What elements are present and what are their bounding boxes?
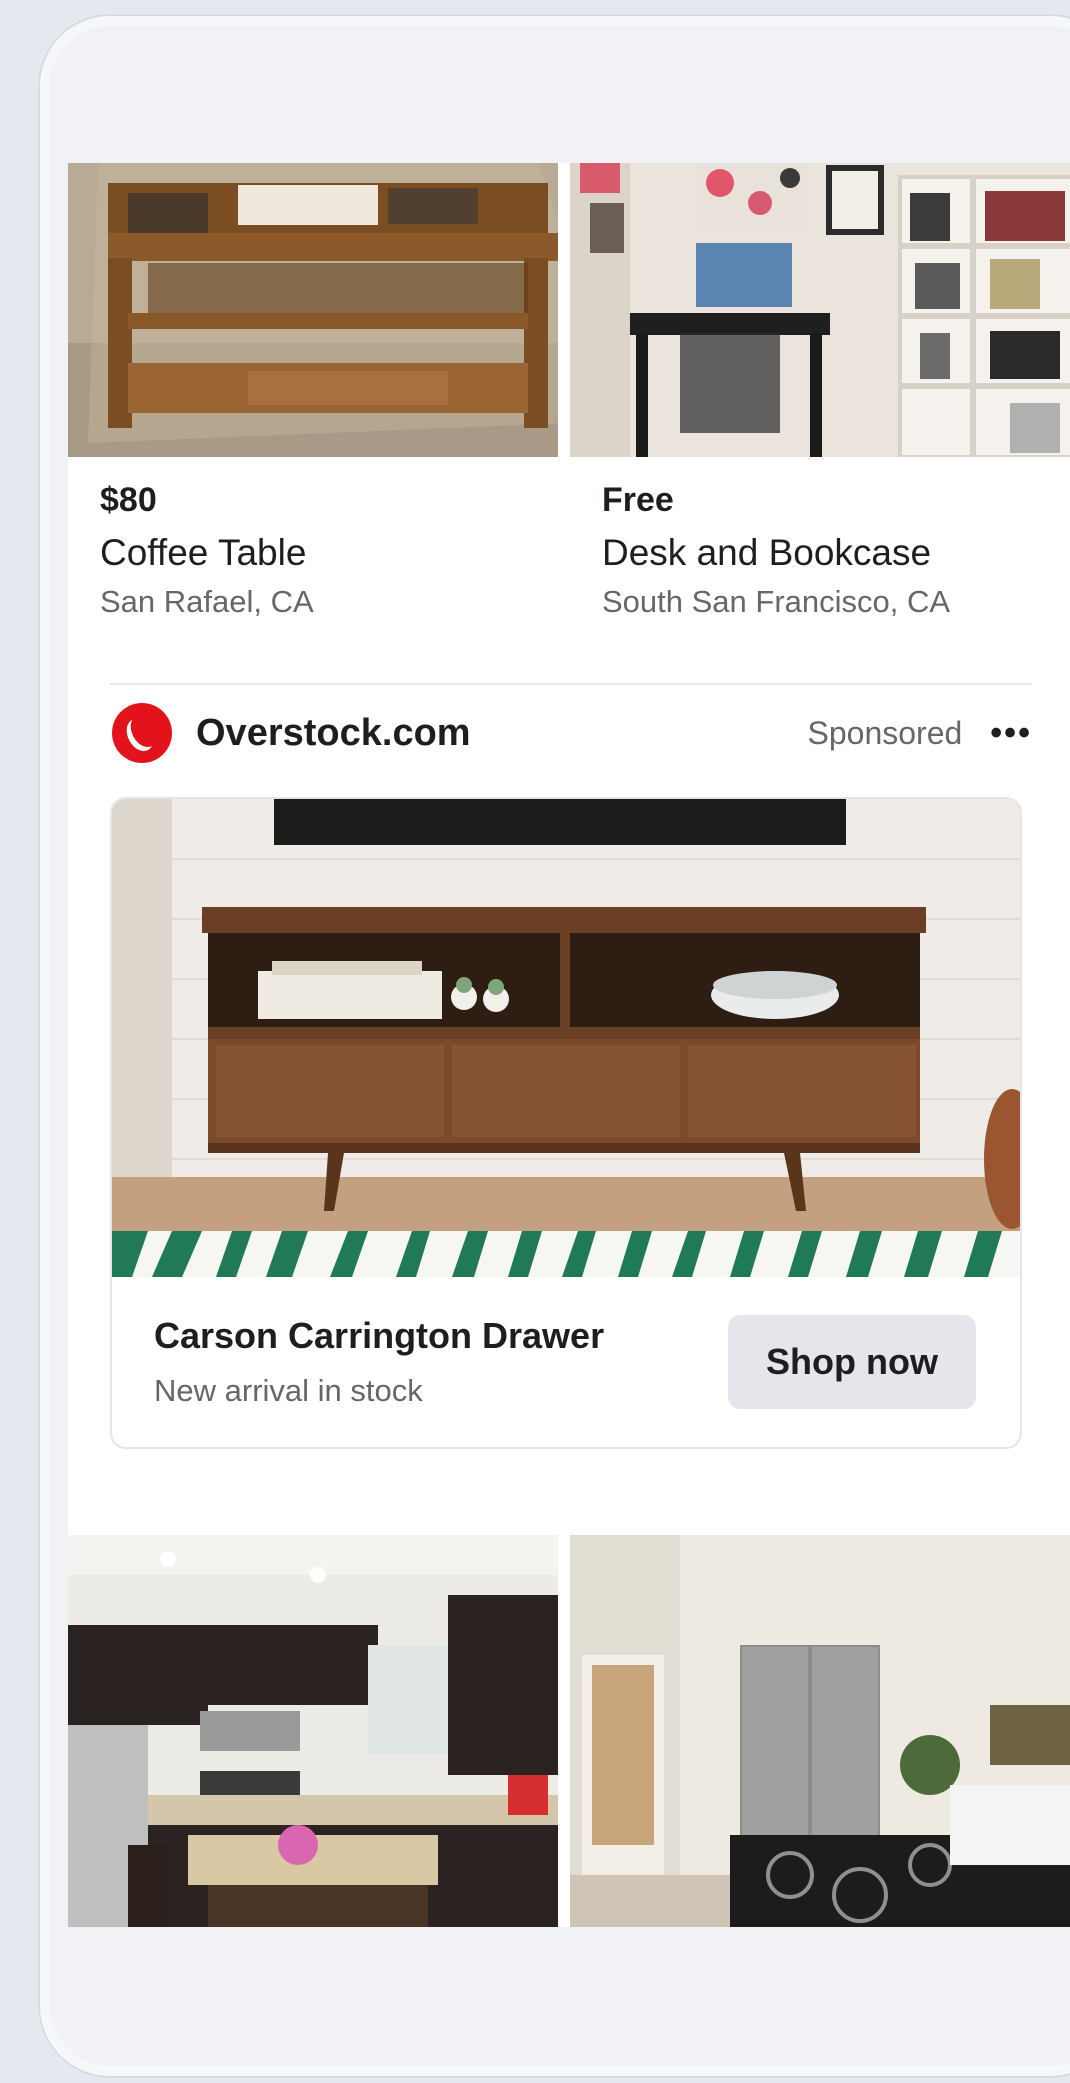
listing-price: Free xyxy=(602,481,674,519)
listing-price: $80 xyxy=(100,481,157,519)
listing-image-kitchen[interactable] xyxy=(68,1535,558,1927)
listing-card-coffee-table[interactable]: $80 Coffee Table San Rafael, CA xyxy=(100,481,314,620)
marketplace-feed: $80 Coffee Table San Rafael, CA Free Des… xyxy=(68,163,1070,1927)
listing-image-bedroom[interactable] xyxy=(570,1535,1070,1927)
section-divider xyxy=(110,683,1032,685)
sponsored-label: Sponsored xyxy=(807,714,963,751)
advertiser-name[interactable]: Overstock.com xyxy=(196,712,471,755)
overstock-logo-icon[interactable] xyxy=(110,701,174,765)
sponsored-header: Overstock.com Sponsored ••• xyxy=(110,703,1032,763)
ad-card[interactable]: Carson Carrington Drawer New arrival in … xyxy=(110,797,1022,1449)
listing-image-coffee-table[interactable] xyxy=(68,163,558,457)
shop-now-button[interactable]: Shop now xyxy=(728,1315,976,1409)
ad-product-image[interactable] xyxy=(112,799,1020,1277)
listing-card-desk-and-bookcase[interactable]: Free Desk and Bookcase South San Francis… xyxy=(602,481,950,620)
listing-title: Desk and Bookcase xyxy=(602,532,932,573)
ad-product-title[interactable]: Carson Carrington Drawer xyxy=(154,1315,604,1357)
ad-product-subtitle: New arrival in stock xyxy=(154,1373,423,1408)
listing-image-desk-and-bookcase[interactable] xyxy=(570,163,1070,457)
phone-frame: $80 Coffee Table San Rafael, CA Free Des… xyxy=(38,14,1070,2078)
ad-footer: Carson Carrington Drawer New arrival in … xyxy=(112,1277,1020,1447)
more-options-icon[interactable]: ••• xyxy=(990,714,1032,753)
listing-title: Coffee Table xyxy=(100,532,307,573)
listing-location: South San Francisco, CA xyxy=(602,584,951,619)
listing-location: San Rafael, CA xyxy=(100,584,314,619)
